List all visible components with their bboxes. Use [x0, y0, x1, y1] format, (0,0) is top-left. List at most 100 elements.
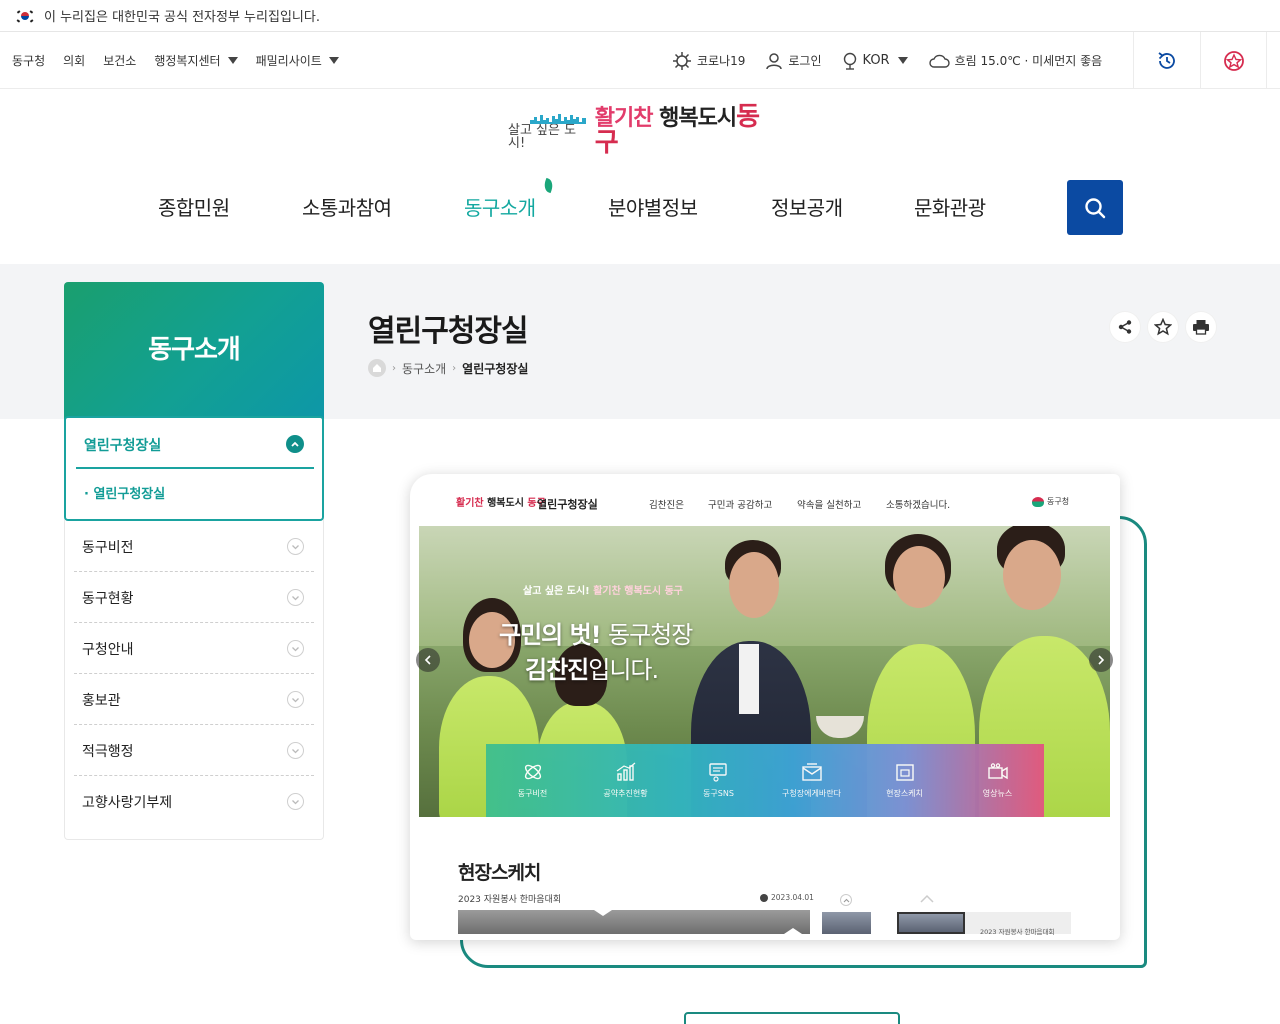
- sidebar-sub-label: 열린구청장실: [93, 487, 166, 502]
- link-label: 행정복지센터: [154, 54, 221, 68]
- quick-mayor-request[interactable]: 구청장에게바란다: [765, 744, 858, 817]
- sketch-thumbnail-selected[interactable]: [897, 912, 965, 934]
- sketch-up-button[interactable]: [840, 894, 852, 906]
- search-button[interactable]: [1067, 180, 1123, 235]
- corona-link[interactable]: 코로나19: [672, 51, 745, 71]
- quick-vision[interactable]: 동구비전: [486, 744, 579, 817]
- link-label: 동구청: [12, 54, 46, 68]
- page-title: 열린구청장실: [368, 314, 529, 349]
- preview-header: 활기찬 행복도시 동구 열린구청장실 김찬진은 구민과 공감하고 약속을 실천하…: [410, 474, 1120, 526]
- chevron-down-icon: [287, 691, 304, 708]
- gnb-civil-service[interactable]: 종합민원: [158, 192, 230, 221]
- korea-flag-icon: [16, 9, 34, 23]
- mayor-site-preview[interactable]: 활기찬 행복도시 동구 열린구청장실 김찬진은 구민과 공감하고 약속을 실천하…: [410, 474, 1120, 940]
- language-select[interactable]: KOR: [842, 52, 908, 70]
- carousel-next-button[interactable]: [1089, 648, 1113, 672]
- gnb-participation[interactable]: 소통과참여: [302, 192, 392, 221]
- dropdown-family-sites[interactable]: 패밀리사이트: [256, 52, 339, 69]
- slogan-brand: 활기찬 행복도시 동구: [593, 586, 683, 597]
- quick-label: 공약추진현황: [603, 789, 648, 798]
- gnb-about-donggu[interactable]: 동구소개: [464, 192, 536, 221]
- chevron-right-icon: [1098, 655, 1105, 665]
- breadcrumb-separator: ›: [392, 362, 396, 374]
- share-icon: [1118, 320, 1132, 334]
- share-button[interactable]: [1110, 312, 1140, 342]
- sidebar-item-label: 홍보관: [82, 693, 121, 709]
- link-donggu-office[interactable]: 동구청: [12, 52, 45, 69]
- divider: [76, 467, 314, 469]
- sidebar-sub-item-active[interactable]: · 열린구청장실: [84, 483, 165, 502]
- chevron-down-icon: [287, 538, 304, 555]
- virus-icon: [673, 51, 691, 70]
- weather-widget: 흐림 15.0℃ · 미세먼지 좋음: [928, 52, 1102, 69]
- dropdown-admin-centers[interactable]: 행정복지센터: [154, 52, 238, 69]
- favorite-button[interactable]: [1148, 312, 1178, 342]
- date-label: 2023.04.01: [771, 893, 814, 902]
- link-label: 패밀리사이트: [255, 54, 322, 68]
- caret-down-icon: [227, 57, 238, 64]
- logo-wordmark: 활기찬 행복도시동구: [595, 104, 772, 156]
- headline-part: 입니다.: [588, 655, 659, 684]
- history-icon: [1158, 51, 1175, 69]
- sidebar-item-hometown-donation[interactable]: 고향사랑기부제: [74, 776, 314, 827]
- sidebar-item-label: 고향사랑기부제: [82, 795, 173, 811]
- quick-pledges[interactable]: 공약추진현황: [579, 744, 672, 817]
- bottom-link-button[interactable]: [684, 1012, 900, 1024]
- sidebar-item-label: 동구현황: [82, 591, 134, 607]
- chevron-up-icon: [843, 898, 849, 902]
- chevron-down-icon: [287, 742, 304, 759]
- logo-tagline-text: 살고 싶은 도시!: [508, 123, 577, 151]
- user-icon: [766, 52, 783, 69]
- chevron-up-icon[interactable]: [920, 892, 934, 906]
- sketch-main-thumbnail[interactable]: [458, 910, 810, 934]
- link-council[interactable]: 의회: [63, 52, 85, 69]
- quick-sns[interactable]: 동구SNS: [672, 744, 765, 817]
- cloud-icon: [928, 54, 950, 68]
- leaf-icon: [542, 177, 555, 194]
- gnb-info-disclosure[interactable]: 정보공개: [771, 192, 843, 221]
- sidebar-item-pr[interactable]: 홍보관: [74, 674, 314, 725]
- photo-icon: [895, 764, 914, 781]
- print-button[interactable]: [1186, 312, 1216, 342]
- carousel-prev-button[interactable]: [416, 648, 440, 672]
- login-link[interactable]: 로그인: [765, 52, 822, 70]
- preview-quick-menu: 동구비전 공약추진현황 동구SNS 구청장에게바란다 현장스케치 영상뉴스: [486, 744, 1044, 817]
- sidebar-group-label[interactable]: 열린구청장실: [84, 435, 161, 455]
- sidebar-item-office-guide[interactable]: 구청안내: [74, 623, 314, 674]
- gnb-culture-tourism[interactable]: 문화관광: [914, 192, 986, 221]
- preview-nav-item: 약속을 실천하고: [797, 500, 862, 511]
- vision-icon: [524, 764, 541, 780]
- caret-down-icon: [328, 57, 339, 64]
- preview-sketch-subtitle: 2023 자원봉사 한마음대회: [458, 895, 562, 905]
- preview-nav-item: 구민과 공감하고: [708, 500, 773, 511]
- sketch-thumbnail[interactable]: [822, 912, 871, 934]
- globe-pin-icon: [843, 52, 856, 70]
- gnb-field-info[interactable]: 분야별정보: [608, 192, 698, 221]
- site-logo[interactable]: 살고 싶은 도시! 활기찬 행복도시동구: [508, 104, 772, 156]
- mail-icon: [801, 763, 822, 781]
- star-icon: [1154, 318, 1172, 336]
- emblem-icon: [1032, 496, 1044, 507]
- preview-headline: 구민의 벗! 동구청장 김찬진입니다.: [499, 618, 693, 688]
- collapse-button[interactable]: [286, 435, 304, 453]
- quick-video-news[interactable]: 영상뉴스: [951, 744, 1044, 817]
- sidebar-item-status[interactable]: 동구현황: [74, 572, 314, 623]
- preview-site-name: 열린구청장실: [537, 498, 598, 511]
- breadcrumb: › 동구소개 › 열린구청장실: [368, 358, 528, 378]
- quick-label: 동구비전: [517, 789, 548, 798]
- sidebar-item-proactive[interactable]: 적극행정: [74, 725, 314, 776]
- photo-bowl: [816, 716, 864, 738]
- home-icon[interactable]: [368, 359, 386, 377]
- printer-icon: [1193, 320, 1209, 335]
- utility-right: 코로나19 로그인 KOR 흐림 15.0℃ · 미세먼지 좋음: [672, 32, 1122, 89]
- chat-icon: [708, 763, 727, 782]
- quick-field-sketch[interactable]: 현장스케치: [858, 744, 951, 817]
- breadcrumb-item[interactable]: 동구소개: [402, 360, 446, 377]
- preview-emblem-label: 동구청: [1047, 497, 1070, 506]
- history-button[interactable]: [1133, 32, 1200, 89]
- link-health-center[interactable]: 보건소: [103, 52, 136, 69]
- chevron-down-icon: [287, 589, 304, 606]
- sidebar-item-vision[interactable]: 동구비전: [74, 521, 314, 572]
- emblem-button[interactable]: [1200, 32, 1267, 89]
- corona-label: 코로나19: [697, 54, 746, 68]
